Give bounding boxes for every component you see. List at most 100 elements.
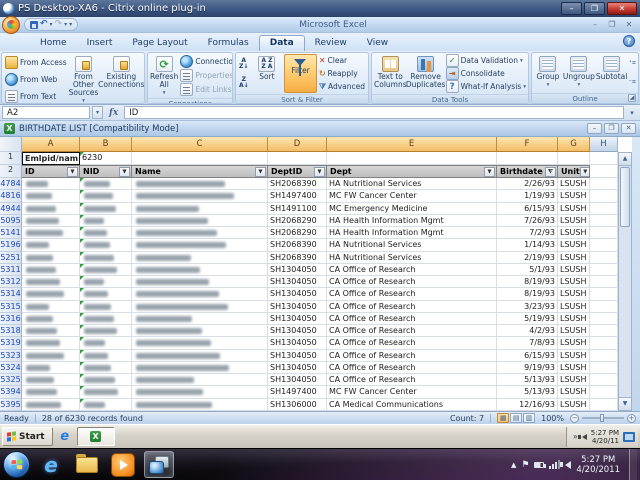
cell-dept[interactable]: HA Health Information Mgmt [327,215,497,227]
cell-unit[interactable]: LSUSH [558,215,590,227]
cell-unit[interactable]: LSUSH [558,362,590,374]
cell-dept[interactable]: CA Medical Communications [327,399,497,411]
cell-h2[interactable] [590,165,618,178]
sort-button[interactable]: A ZZ A Sort [251,54,283,93]
tab-review[interactable]: Review [305,36,357,51]
cell-nid-redacted[interactable] [80,252,132,264]
battery-icon[interactable] [534,462,544,468]
undo-dropdown-icon[interactable]: ▾ [50,21,53,28]
cell-dept[interactable]: HA Health Information Mgmt [327,227,497,239]
row-number[interactable]: 5324 [0,362,22,374]
cell-deptid[interactable]: SH2068390 [268,178,327,190]
cell-dept[interactable]: CA Office of Research [327,325,497,337]
taskbar-ie-button[interactable]: e [36,451,66,478]
cell-nid-redacted[interactable] [80,362,132,374]
cell-deptid[interactable]: SH2068290 [268,215,327,227]
cell-unit[interactable]: LSUSH [558,313,590,325]
from-access-button[interactable]: From Access [4,56,68,69]
cell-dept[interactable]: MC FW Cancer Center [327,386,497,398]
formula-input[interactable]: ID [124,106,624,119]
cell-empty[interactable] [590,288,618,300]
cell-birthdate[interactable]: 5/19/93 [497,313,558,325]
cell-id-redacted[interactable] [22,288,80,300]
cell-empty[interactable] [590,178,618,190]
cell-id-redacted[interactable] [22,190,80,202]
clear-filter-button[interactable]: ✕Clear [318,54,366,67]
cell-nid-redacted[interactable] [80,190,132,202]
cell-dept[interactable]: HA Nutritional Services [327,239,497,251]
group-button[interactable]: Group▾ [534,54,562,92]
cell-deptid[interactable]: SH1304050 [268,337,327,349]
cell-birthdate[interactable]: 7/26/93 [497,215,558,227]
header-cell-deptid[interactable]: DeptID▼ [268,165,327,178]
cell-empty[interactable] [590,252,618,264]
cell-unit[interactable]: LSUSH [558,190,590,202]
cell-unit[interactable]: LSUSH [558,178,590,190]
cell-deptid[interactable]: SH1497400 [268,386,327,398]
scrollbar-thumb[interactable] [620,167,630,227]
cell-id-redacted[interactable] [22,313,80,325]
column-header-c[interactable]: C [132,137,268,152]
cell-deptid[interactable]: SH1304050 [268,313,327,325]
row-number[interactable]: 5196 [0,239,22,251]
taskbar-citrix-button[interactable] [144,451,174,478]
existing-connections-button[interactable]: Existing Connections [99,54,143,104]
from-web-button[interactable]: From Web [4,73,68,86]
row-number[interactable]: 5395 [0,399,22,411]
filter-dropdown-icon[interactable]: ▼ [580,167,590,177]
row-number[interactable]: 5314 [0,288,22,300]
cell-id-redacted[interactable] [22,399,80,411]
cell-unit[interactable]: LSUSH [558,288,590,300]
column-header-d[interactable]: D [268,137,327,152]
vertical-scrollbar[interactable]: ▲ ▼ [618,152,632,411]
cell-id-redacted[interactable] [22,203,80,215]
row-number[interactable]: 4944 [0,203,22,215]
row-number[interactable]: 5312 [0,276,22,288]
cell-empty[interactable] [590,313,618,325]
remove-duplicates-button[interactable]: Remove Duplicates [408,54,444,93]
cell-nid-redacted[interactable] [80,399,132,411]
cell-name-redacted[interactable] [132,288,268,300]
host-clock[interactable]: 5:27 PM4/20/2011 [576,455,624,475]
cell-nid-redacted[interactable] [80,264,132,276]
connections-button[interactable]: Connections [179,55,233,68]
cell-nid-redacted[interactable] [80,239,132,251]
cell-unit[interactable]: LSUSH [558,276,590,288]
cell-deptid[interactable]: SH1304050 [268,276,327,288]
cell-empty[interactable] [590,337,618,349]
cell-name-redacted[interactable] [132,239,268,251]
cell-name-redacted[interactable] [132,215,268,227]
cell-a1[interactable]: Emlpid/nam [22,152,80,165]
cell-unit[interactable]: LSUSH [558,239,590,251]
excel-restore-button[interactable]: ❐ [605,20,619,29]
close-button[interactable]: ✕ [607,2,637,15]
cell-unit[interactable]: LSUSH [558,386,590,398]
cell-birthdate[interactable]: 2/19/93 [497,252,558,264]
cell-nid-redacted[interactable] [80,350,132,362]
cell-birthdate[interactable]: 9/19/93 [497,362,558,374]
cell-h1[interactable] [590,152,618,165]
cell-dept[interactable]: CA Office of Research [327,276,497,288]
cell-id-redacted[interactable] [22,178,80,190]
row-number[interactable]: 4816 [0,190,22,202]
cell-dept[interactable]: MC Emergency Medicine [327,203,497,215]
cell-deptid[interactable]: SH2068290 [268,227,327,239]
consolidate-button[interactable]: ⇥Consolidate [445,67,527,80]
row-number[interactable]: 4784 [0,178,22,190]
cell-unit[interactable]: LSUSH [558,350,590,362]
text-to-columns-button[interactable]: Text to Columns [374,54,407,93]
cell-name-redacted[interactable] [132,227,268,239]
header-cell-birthdate[interactable]: Birthdate⧨ [497,165,558,178]
hide-detail-icon[interactable]: ⁻⌗ [628,78,636,87]
cell-birthdate[interactable]: 8/19/93 [497,276,558,288]
action-center-flag-icon[interactable]: ⚑ [521,460,529,470]
cell-dept[interactable]: HA Nutritional Services [327,178,497,190]
cell-deptid[interactable]: SH1304050 [268,325,327,337]
excel-minimize-button[interactable]: – [588,20,602,29]
save-icon[interactable] [30,21,38,29]
cell-unit[interactable]: LSUSH [558,325,590,337]
cell-birthdate[interactable]: 2/26/93 [497,178,558,190]
cell-nid-redacted[interactable] [80,325,132,337]
cell-name-redacted[interactable] [132,386,268,398]
name-box[interactable]: A2 [2,106,90,119]
